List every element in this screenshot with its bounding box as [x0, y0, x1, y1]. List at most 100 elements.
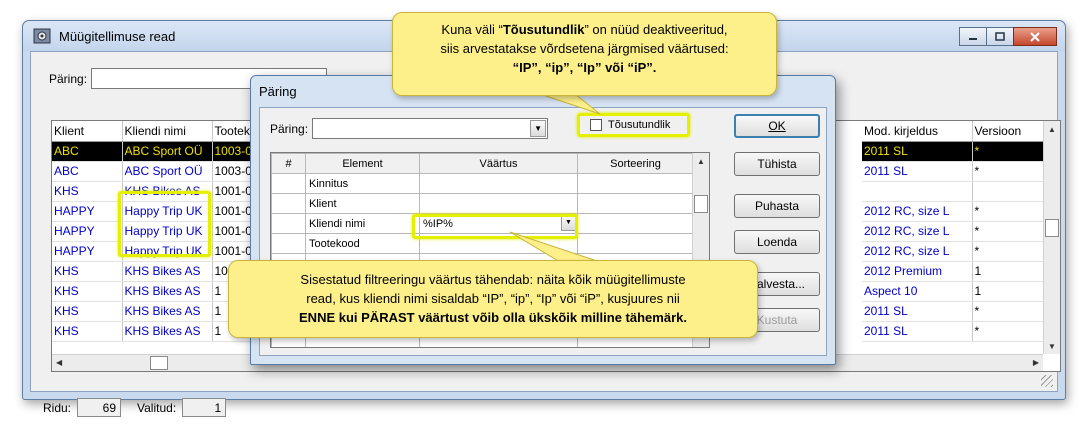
ok-button[interactable]: OK — [734, 114, 820, 138]
filter-grid-scroll-thumb[interactable] — [694, 195, 708, 213]
table-cell[interactable]: 1001-0 — [212, 201, 253, 222]
table-cell[interactable]: 1 — [972, 261, 1046, 282]
scroll-up-arrow-icon[interactable]: ▲ — [1048, 125, 1056, 134]
table-row[interactable]: 2011 SL * — [862, 301, 1046, 322]
table-cell[interactable]: KHS — [52, 301, 123, 322]
table-row[interactable]: KHSKHS Bikes AS1001-0 — [52, 261, 253, 282]
table-row[interactable] — [862, 181, 1046, 202]
table-cell[interactable]: HAPPY — [52, 241, 123, 262]
grid-vertical-scroll-thumb[interactable] — [1045, 219, 1059, 237]
filter-cell[interactable] — [271, 173, 306, 194]
table-row[interactable]: 2012 RC, size L * — [862, 201, 1046, 222]
table-cell[interactable] — [862, 181, 973, 202]
filter-row[interactable]: Kinnitus — [271, 173, 694, 194]
minimize-button[interactable] — [959, 27, 987, 46]
table-cell[interactable]: 2012 RC, size L — [862, 201, 973, 222]
filter-cell[interactable] — [419, 173, 578, 194]
table-row[interactable]: 2012 RC, size L * — [862, 241, 1046, 262]
table-row[interactable]: KHS KHS Bikes AS 1 — [52, 281, 253, 302]
table-cell[interactable]: 2012 RC, size L — [862, 221, 973, 242]
column-header-klient[interactable]: Klient — [52, 121, 123, 142]
filter-row[interactable]: Klient — [271, 193, 694, 214]
table-cell[interactable] — [972, 181, 1046, 202]
table-cell[interactable]: * — [972, 221, 1046, 242]
filter-cell[interactable] — [577, 213, 694, 234]
table-row[interactable]: 2011 SL * — [862, 321, 1046, 342]
table-cell[interactable]: 1 — [972, 281, 1046, 302]
filter-cell[interactable] — [577, 193, 694, 214]
table-cell[interactable]: 1001-0 — [212, 181, 253, 202]
list-button[interactable]: Loenda — [734, 230, 820, 254]
scroll-down-arrow-icon[interactable]: ▼ — [1048, 342, 1056, 351]
filter-cell[interactable] — [271, 213, 306, 234]
table-cell[interactable]: HAPPY — [52, 201, 123, 222]
table-cell[interactable]: 1001-0 — [212, 241, 253, 262]
table-cell[interactable]: KHS Bikes AS — [122, 281, 213, 302]
filter-cell[interactable] — [271, 193, 306, 214]
filter-cell[interactable]: Tootekood — [305, 233, 420, 254]
maximize-button[interactable] — [986, 27, 1014, 46]
table-row[interactable]: Aspect 10 1 — [862, 281, 1046, 302]
table-cell[interactable]: KHS Bikes AS — [122, 301, 213, 322]
table-cell[interactable]: * — [972, 321, 1046, 342]
grid-horizontal-scroll-thumb[interactable] — [150, 356, 168, 370]
table-cell[interactable]: 2011 SL — [862, 301, 973, 322]
table-cell[interactable]: KHS — [52, 321, 123, 342]
table-row[interactable]: 2012 RC, size L * — [862, 221, 1046, 242]
table-cell[interactable]: 2011 SL — [862, 161, 973, 182]
scroll-right-arrow-icon[interactable]: ▶ — [1033, 358, 1039, 367]
column-header-versioon[interactable]: Versioon — [972, 121, 1046, 142]
callout-top-line1-a: Kuna väli “ — [441, 22, 503, 37]
cancel-button[interactable]: Tühista — [734, 152, 820, 176]
table-cell[interactable]: 1001-0 — [212, 221, 253, 242]
column-header-kliendi-nimi[interactable]: Kliendi nimi — [122, 121, 213, 142]
table-cell[interactable]: 1003-0 — [212, 141, 253, 162]
table-cell[interactable]: * — [972, 141, 1046, 162]
column-header-mod-kirjeldus[interactable]: Mod. kirjeldus — [862, 121, 973, 142]
table-cell[interactable]: ABC — [52, 161, 123, 182]
table-cell[interactable]: ABC Sport OÜ — [122, 141, 213, 162]
filter-cell[interactable]: Kinnitus — [305, 173, 420, 194]
table-cell[interactable]: * — [972, 161, 1046, 182]
table-cell[interactable]: 2011 SL — [862, 141, 973, 162]
table-row[interactable]: ABC ABC Sport OÜ 1003-0 — [52, 161, 253, 182]
scroll-left-arrow-icon[interactable]: ◀ — [56, 358, 62, 367]
table-cell[interactable]: 2012 Premium — [862, 261, 973, 282]
table-cell[interactable]: * — [972, 301, 1046, 322]
table-cell[interactable]: Aspect 10 — [862, 281, 973, 302]
column-header-tootekood[interactable]: Tootek — [212, 121, 253, 142]
table-cell[interactable]: 1003-0 — [212, 161, 253, 182]
filter-cell[interactable]: Klient — [305, 193, 420, 214]
table-cell[interactable]: KHS — [52, 281, 123, 302]
table-row[interactable]: KHS KHS Bikes AS 1 — [52, 321, 253, 342]
table-row[interactable]: KHS KHS Bikes AS 1 — [52, 301, 253, 322]
table-row[interactable]: ABC ABC Sport OÜ 1003-0 — [52, 141, 253, 162]
resize-grip-icon[interactable] — [1041, 375, 1053, 387]
table-cell[interactable]: KHS Bikes AS — [122, 261, 213, 282]
grid-vertical-scrollbar[interactable]: ▲ ▼ — [1043, 121, 1060, 354]
close-button[interactable] — [1013, 27, 1057, 46]
table-row[interactable]: 2012 Premium 1 — [862, 261, 1046, 282]
table-row[interactable]: 2011 SL * — [862, 161, 1046, 182]
table-cell[interactable]: KHS — [52, 261, 123, 282]
dialog-query-combo[interactable]: ▼ — [312, 118, 549, 139]
chevron-down-icon[interactable]: ▼ — [530, 120, 547, 137]
table-cell[interactable]: HAPPY — [52, 221, 123, 242]
filter-cell[interactable] — [419, 193, 578, 214]
table-cell[interactable]: KHS Bikes AS — [122, 321, 213, 342]
filter-cell[interactable] — [577, 173, 694, 194]
filter-cell[interactable]: Kliendi nimi — [305, 213, 420, 234]
table-row[interactable]: 2011 SL * — [862, 141, 1046, 162]
table-cell[interactable]: KHS — [52, 181, 123, 202]
filter-cell[interactable] — [271, 233, 306, 254]
clear-button[interactable]: Puhasta — [734, 194, 820, 218]
filter-cell[interactable] — [577, 233, 694, 254]
status-selected-value: 1 — [182, 398, 227, 417]
scroll-up-arrow-icon[interactable]: ▲ — [697, 157, 705, 166]
table-cell[interactable]: * — [972, 201, 1046, 222]
table-cell[interactable]: 2011 SL — [862, 321, 973, 342]
table-cell[interactable]: ABC — [52, 141, 123, 162]
table-cell[interactable]: ABC Sport OÜ — [122, 161, 213, 182]
table-cell[interactable]: * — [972, 241, 1046, 262]
table-cell[interactable]: 2012 RC, size L — [862, 241, 973, 262]
